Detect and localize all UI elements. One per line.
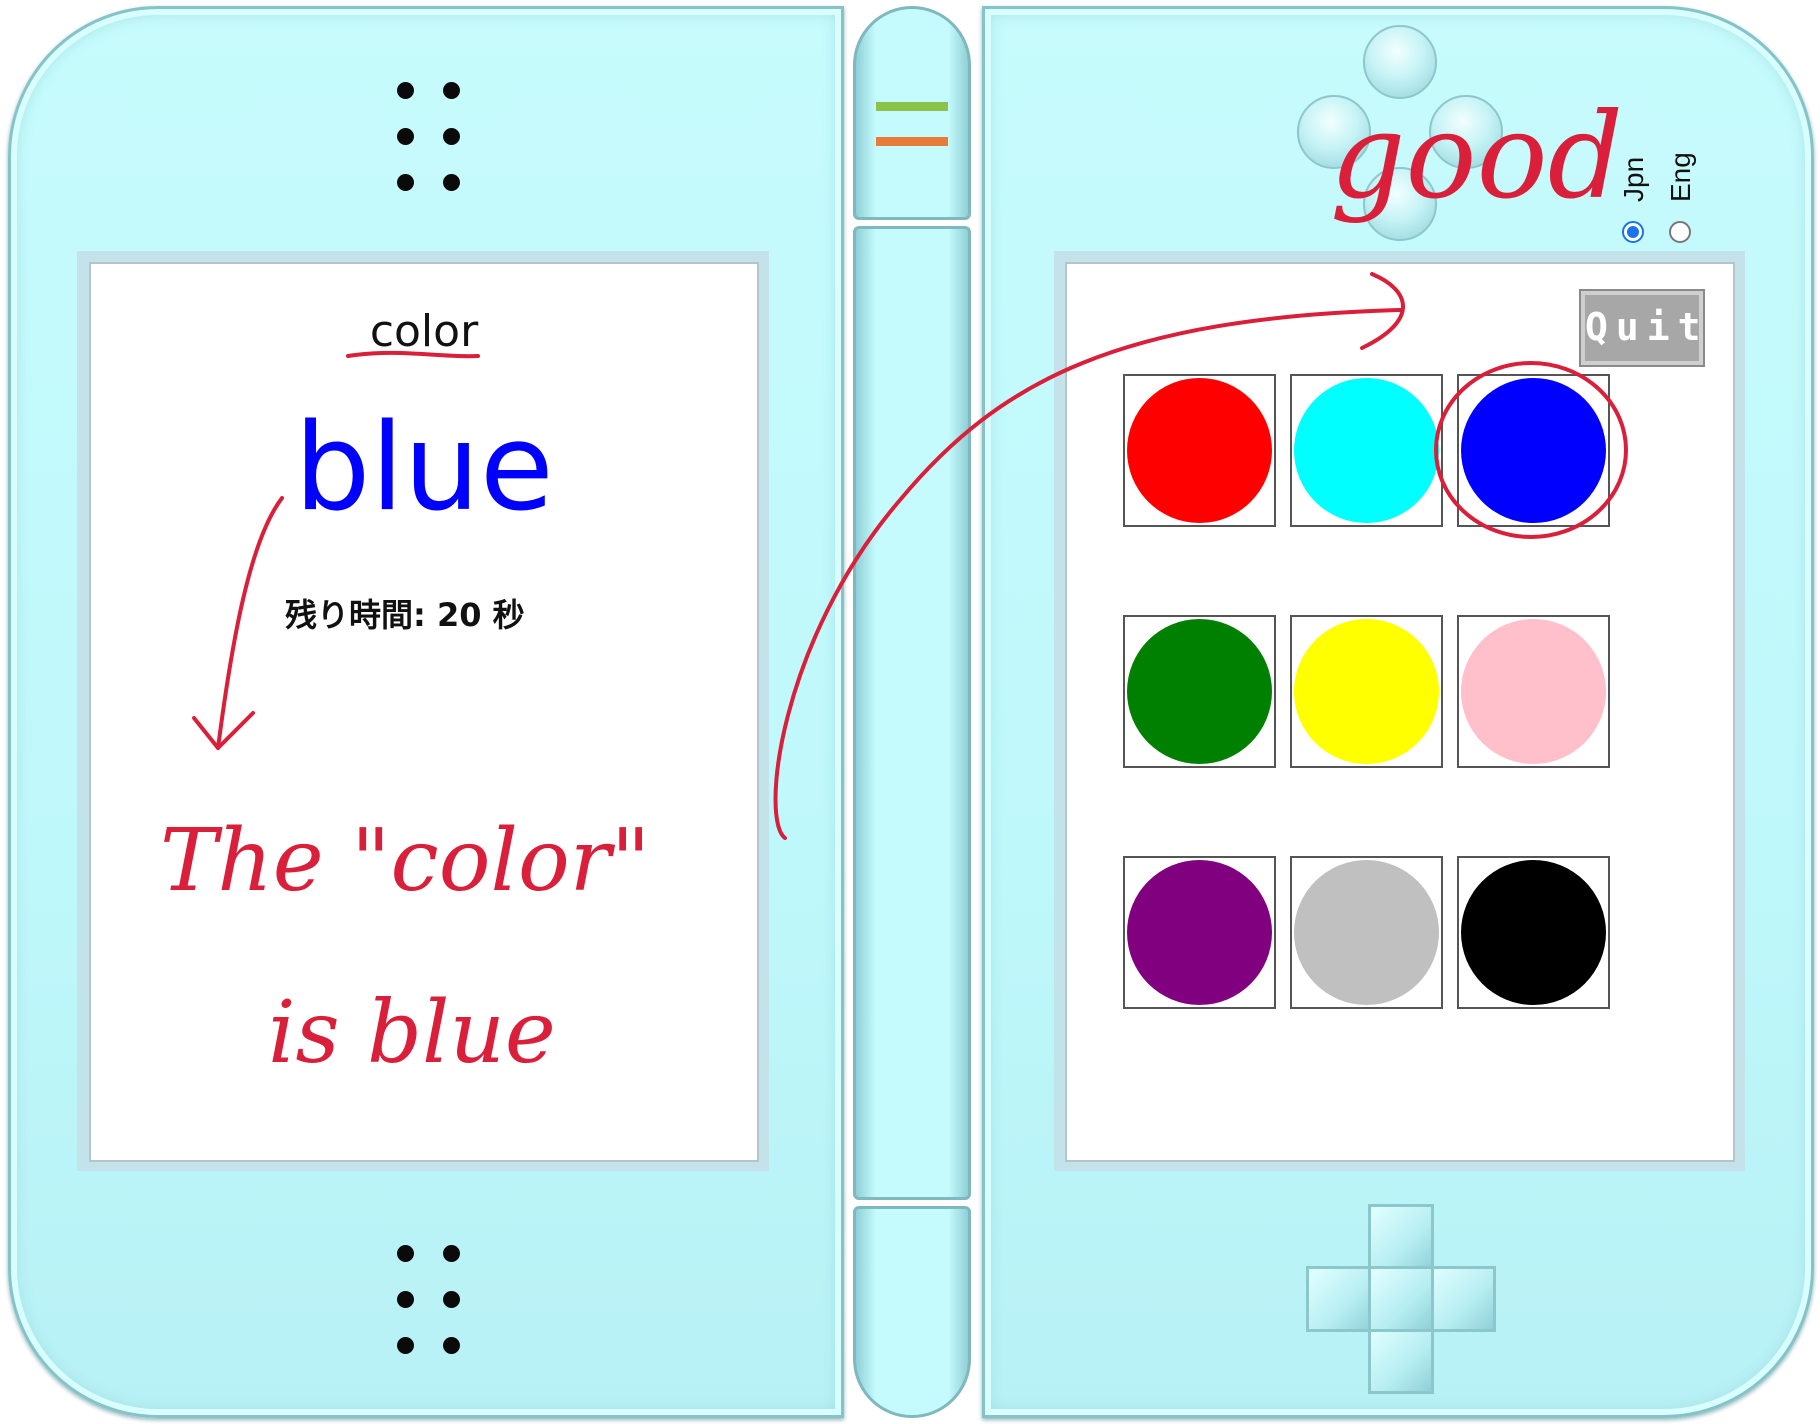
color-option[interactable]	[1290, 374, 1443, 527]
color-option[interactable]	[1123, 615, 1276, 768]
quit-button[interactable]: Quit	[1579, 289, 1705, 367]
color-swatch	[1461, 619, 1606, 764]
color-option[interactable]	[1123, 856, 1276, 1009]
color-swatch	[1294, 619, 1439, 764]
timer-label: 残り時間: 20 秒	[285, 596, 525, 634]
color-swatch	[1461, 860, 1606, 1005]
speaker-grille-icon	[397, 1245, 501, 1377]
good-annotation: good	[1330, 87, 1624, 225]
color-option[interactable]	[1290, 615, 1443, 768]
color-option[interactable]	[1457, 615, 1610, 768]
hinge-top	[853, 6, 971, 220]
color-swatch	[1127, 619, 1272, 764]
radio-jpn[interactable]	[1622, 221, 1644, 243]
dpad-down[interactable]	[1368, 1324, 1434, 1394]
color-swatch	[1294, 378, 1439, 523]
right-screen: Quit	[1065, 262, 1735, 1162]
color-swatch	[1294, 860, 1439, 1005]
color-option[interactable]	[1457, 856, 1610, 1009]
hinge-stripe-orange	[876, 137, 948, 146]
dpad-right[interactable]	[1426, 1266, 1496, 1332]
hinge-bottom	[853, 1206, 971, 1418]
speaker-grille-icon	[397, 82, 501, 214]
dpad-left[interactable]	[1306, 1266, 1376, 1332]
explanation-line-1: The "color"	[160, 811, 651, 911]
explanation-line-2: is blue	[268, 983, 556, 1083]
color-swatch	[1461, 378, 1606, 523]
color-option[interactable]	[1123, 374, 1276, 527]
target-word: blue	[294, 399, 554, 538]
color-swatch	[1127, 860, 1272, 1005]
radio-eng[interactable]	[1669, 221, 1691, 243]
radio-eng-label: Eng	[1665, 152, 1696, 202]
color-option[interactable]	[1290, 856, 1443, 1009]
dpad-icon[interactable]	[1306, 1204, 1496, 1394]
category-label: color	[369, 306, 479, 357]
color-option[interactable]	[1457, 374, 1610, 527]
hinge-middle	[853, 226, 971, 1200]
hinge-stripe-green	[876, 102, 948, 111]
dpad-up[interactable]	[1368, 1204, 1434, 1274]
dpad-center	[1368, 1266, 1434, 1332]
color-swatch	[1127, 378, 1272, 523]
